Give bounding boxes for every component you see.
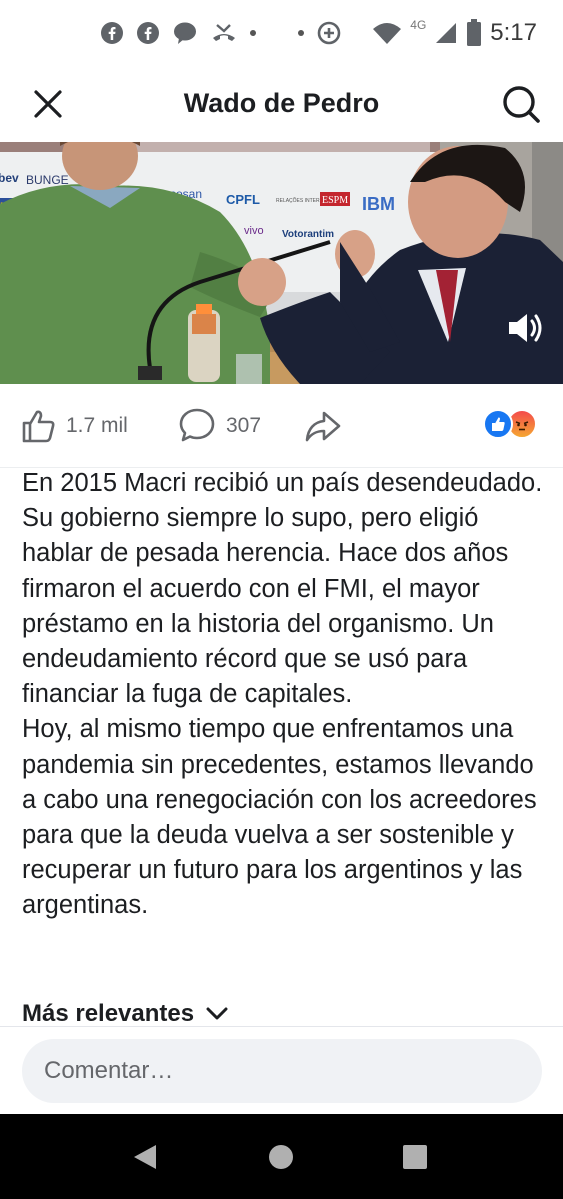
wifi-icon xyxy=(373,23,402,44)
comment-composer xyxy=(0,1026,563,1114)
like-button[interactable]: 1.7 mil xyxy=(20,406,128,446)
facebook-icon xyxy=(137,22,159,44)
volume-icon xyxy=(509,314,542,342)
comments-sort-label: Más relevantes xyxy=(22,1000,195,1027)
signal-icon xyxy=(436,23,457,43)
sponsor-logo-votorantim: Votorantim xyxy=(282,229,334,240)
clock: 5:17 xyxy=(490,19,537,46)
system-icons: 4G 5:17 xyxy=(372,16,537,50)
video-frame: bev BUNGE HSE cosan CPFL RELAÇÕES INTERN… xyxy=(0,142,563,384)
missed-call-icon xyxy=(213,24,235,41)
facebook-icon xyxy=(101,22,123,44)
notification-dot xyxy=(250,30,256,36)
sponsor-logo-bev: bev xyxy=(0,171,19,185)
home-button[interactable] xyxy=(264,1140,298,1174)
recents-button[interactable] xyxy=(398,1140,432,1174)
close-button[interactable] xyxy=(28,84,68,124)
messenger-icon xyxy=(174,22,196,44)
comment-button[interactable]: 307 xyxy=(178,406,261,446)
sponsor-logo-cpfl: CPFL xyxy=(226,192,260,207)
home-icon xyxy=(269,1145,293,1169)
reactions-summary[interactable] xyxy=(483,409,539,441)
sponsor-logo-ibm: IBM xyxy=(362,194,395,214)
video-player[interactable]: bev BUNGE HSE cosan CPFL RELAÇÕES INTERN… xyxy=(0,142,563,384)
comment-input[interactable] xyxy=(22,1039,542,1103)
sponsor-logo-espm: ESPM xyxy=(322,195,348,206)
like-reaction-icon xyxy=(483,409,513,439)
notification-dot xyxy=(298,30,304,36)
back-button[interactable] xyxy=(128,1140,162,1174)
thumbs-up-icon xyxy=(22,410,55,443)
page-title: Wado de Pedro xyxy=(183,88,380,118)
share-button[interactable] xyxy=(304,406,342,446)
battery-icon xyxy=(467,19,482,46)
sponsor-logo-bunge: BUNGE xyxy=(26,173,69,187)
back-icon xyxy=(134,1145,156,1169)
notification-icons xyxy=(100,18,342,48)
share-arrow-icon xyxy=(305,411,341,442)
volume-button[interactable] xyxy=(505,308,545,348)
comments-count: 307 xyxy=(226,414,262,437)
status-bar: 4G 5:17 xyxy=(0,0,563,66)
search-button[interactable] xyxy=(499,82,543,126)
close-icon xyxy=(34,90,62,118)
recents-icon xyxy=(403,1145,427,1169)
network-type-label: 4G xyxy=(410,18,427,32)
data-saver-icon xyxy=(317,21,341,45)
post-body-text: En 2015 Macri recibió un país desendeuda… xyxy=(22,469,543,920)
post-actions: 1.7 mil 307 xyxy=(0,384,563,468)
system-nav-bar xyxy=(0,1114,563,1199)
sponsor-logo-vivo: vivo xyxy=(244,225,264,237)
comment-bubble-icon xyxy=(179,408,215,442)
search-icon xyxy=(503,86,540,123)
post-header: Wado de Pedro xyxy=(0,66,563,142)
likes-count: 1.7 mil xyxy=(66,414,128,437)
chevron-down-icon xyxy=(206,1007,228,1020)
